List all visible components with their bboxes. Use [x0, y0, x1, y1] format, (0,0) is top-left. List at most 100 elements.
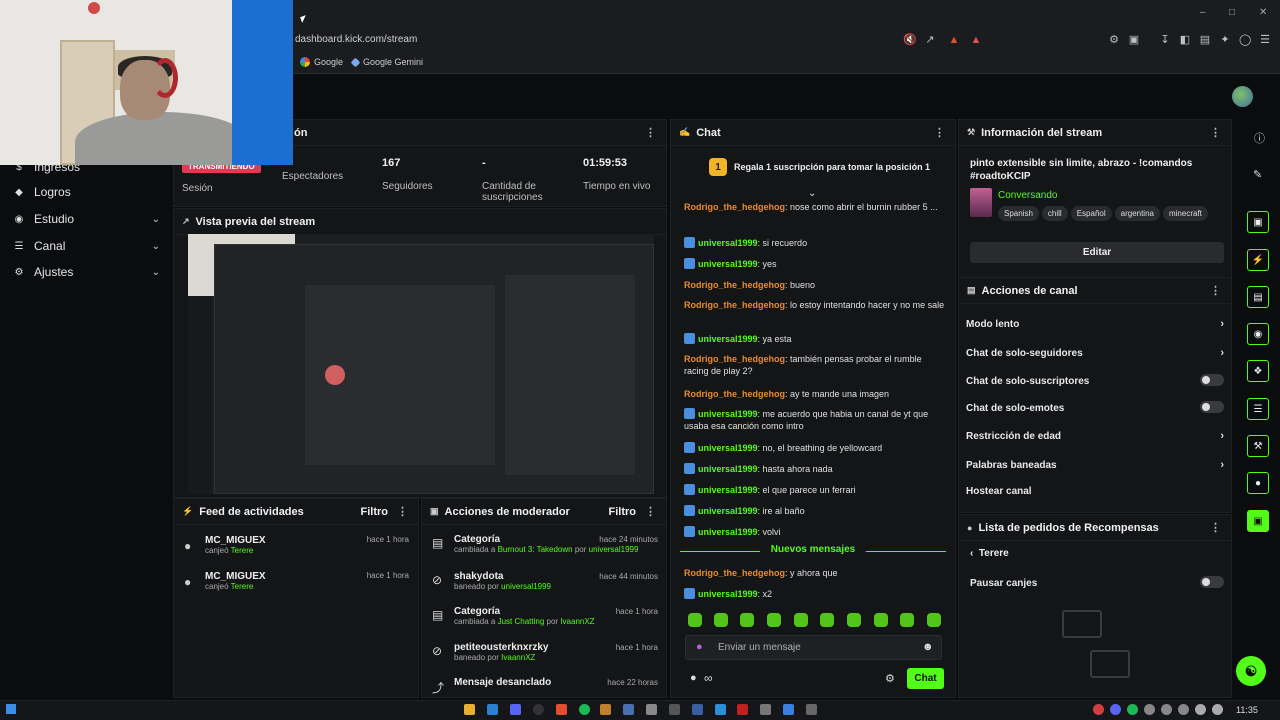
chat-username[interactable]: universal1999 — [698, 485, 758, 495]
more-icon[interactable]: ⋮ — [934, 126, 945, 139]
app-icon[interactable] — [600, 704, 611, 715]
more-icon[interactable]: ⋮ — [397, 505, 408, 518]
bookmark-gemini[interactable]: Google Gemini — [350, 57, 423, 67]
more-icon[interactable]: ⋮ — [1210, 126, 1221, 139]
chat-username[interactable]: universal1999 — [698, 443, 758, 453]
file-explorer-icon[interactable] — [464, 704, 475, 715]
filter-button[interactable]: Filtro — [361, 506, 389, 518]
action-age-restriction[interactable]: Restricción de edad › — [966, 430, 1224, 442]
chat-username[interactable]: Rodrigo_the_hedgehog — [684, 568, 785, 578]
brave-shield-icon[interactable]: ▲ — [948, 34, 960, 46]
chat-username[interactable]: universal1999 — [698, 409, 758, 419]
sidebar-toggle-icon[interactable]: ◧ — [1179, 34, 1191, 46]
gift-banner[interactable]: Regala 1 suscripción para tomar la posic… — [734, 162, 930, 172]
more-icon[interactable]: ⋮ — [1210, 284, 1221, 297]
new-messages-divider[interactable]: Nuevos mensajes — [680, 544, 946, 555]
volume-icon[interactable] — [1212, 704, 1223, 715]
brave-icon[interactable] — [556, 704, 567, 715]
emote-icon[interactable] — [794, 613, 808, 627]
emote-icon[interactable] — [874, 613, 888, 627]
extensions-icon[interactable]: ⚙ — [1108, 34, 1120, 46]
more-icon[interactable]: ⋮ — [1210, 521, 1221, 534]
vpn-icon[interactable]: ◯ — [1239, 34, 1251, 46]
maximize-icon[interactable]: □ — [1229, 7, 1235, 18]
action-followers-only[interactable]: Chat de solo-seguidores › — [966, 347, 1224, 359]
sidebar-item-ajustes[interactable]: ⚙ Ajustes ⌄ — [14, 265, 164, 279]
app-icon[interactable] — [646, 704, 657, 715]
infinity-icon[interactable]: ∞ — [704, 671, 713, 685]
category-name[interactable]: Conversando — [998, 190, 1057, 201]
action-host-channel[interactable]: Hostear canal — [966, 486, 1224, 497]
filter-button[interactable]: Filtro — [609, 506, 637, 518]
download-icon[interactable]: ↧ — [1159, 34, 1171, 46]
taskbar-clock[interactable]: 11:35 — [1236, 705, 1258, 715]
wifi-icon[interactable] — [1195, 704, 1206, 715]
app-icon[interactable] — [737, 704, 748, 715]
tray-icon[interactable] — [1110, 704, 1121, 715]
share-icon[interactable]: ↗ — [924, 34, 936, 46]
app-icon[interactable] — [715, 704, 726, 715]
app-icon[interactable] — [760, 704, 771, 715]
pencil-icon[interactable]: ✎ — [1253, 168, 1262, 181]
emote-icon[interactable] — [820, 613, 834, 627]
chat-username[interactable]: Rodrigo_the_hedgehog — [684, 300, 785, 310]
tray-icon[interactable] — [1093, 704, 1104, 715]
rail-button-broadcast[interactable]: ❖ — [1247, 360, 1269, 382]
edge-icon[interactable] — [487, 704, 498, 715]
emote-icon[interactable] — [714, 613, 728, 627]
sidebar-item-logros[interactable]: ◆ Logros — [14, 185, 164, 199]
rail-button-bolt[interactable]: ⚡ — [1247, 249, 1269, 271]
chat-username[interactable]: Rodrigo_the_hedgehog — [684, 354, 785, 364]
sidebar-item-canal[interactable]: ☰ Canal ⌄ — [14, 239, 164, 253]
chat-username[interactable]: Rodrigo_the_hedgehog — [684, 202, 785, 212]
emote-icon[interactable] — [740, 613, 754, 627]
spotify-icon[interactable] — [579, 704, 590, 715]
mic-icon[interactable]: ● — [696, 641, 703, 653]
chat-username[interactable]: Rodrigo_the_hedgehog — [684, 280, 785, 290]
stream-preview[interactable] — [188, 234, 654, 494]
rail-button-bot[interactable]: ● — [1247, 472, 1269, 494]
back-button[interactable]: ‹ Terere — [970, 548, 1009, 559]
minimize-icon[interactable]: – — [1200, 7, 1206, 18]
emote-icon[interactable] — [900, 613, 914, 627]
tray-icon[interactable] — [1178, 704, 1189, 715]
subscribers-only-toggle[interactable] — [1200, 374, 1224, 386]
bot-icon[interactable]: ● — [690, 672, 697, 684]
tray-icon[interactable] — [1144, 704, 1155, 715]
menu-icon[interactable]: ☰ — [1259, 34, 1271, 46]
emote-icon[interactable] — [767, 613, 781, 627]
edit-button[interactable]: Editar — [970, 242, 1224, 263]
emote-icon[interactable] — [688, 613, 702, 627]
gear-icon[interactable]: ⚙ — [885, 672, 895, 685]
emotes-only-toggle[interactable] — [1200, 401, 1224, 413]
chat-username[interactable]: universal1999 — [698, 589, 758, 599]
app-icon[interactable] — [669, 704, 680, 715]
rail-button-tools[interactable]: ⚒ — [1247, 435, 1269, 457]
sidebar-item-estudio[interactable]: ◉ Estudio ⌄ — [14, 212, 164, 226]
app-icon[interactable] — [692, 704, 703, 715]
leo-icon[interactable]: ✦ — [1219, 34, 1231, 46]
obs-icon[interactable] — [533, 704, 544, 715]
wallet-icon[interactable]: ▤ — [1199, 34, 1211, 46]
rail-button-clip[interactable]: ▣ — [1247, 510, 1269, 532]
url-text[interactable]: dashboard.kick.com/stream — [295, 34, 417, 45]
action-slow-mode[interactable]: Modo lento › — [966, 318, 1224, 330]
chat-username[interactable]: universal1999 — [698, 259, 758, 269]
rail-button-doc[interactable]: ▤ — [1247, 286, 1269, 308]
discord-icon[interactable] — [510, 704, 521, 715]
chat-username[interactable]: universal1999 — [698, 506, 758, 516]
emote-icon[interactable] — [927, 613, 941, 627]
action-banned-words[interactable]: Palabras baneadas › — [966, 459, 1224, 471]
mute-icon[interactable]: 🔇 — [903, 34, 917, 46]
rail-button-chat[interactable]: ◉ — [1247, 323, 1269, 345]
emote-icon[interactable] — [847, 613, 861, 627]
info-icon[interactable]: ⓘ — [1254, 130, 1265, 146]
more-icon[interactable]: ⋮ — [645, 505, 656, 518]
pause-redemptions-toggle[interactable] — [1200, 576, 1224, 588]
tray-icon[interactable] — [1161, 704, 1172, 715]
send-chat-button[interactable]: Chat — [907, 668, 944, 689]
chevron-down-icon[interactable]: ⌄ — [808, 188, 816, 199]
rail-button-actions[interactable]: ☰ — [1247, 398, 1269, 420]
help-button[interactable]: ☯ — [1236, 656, 1266, 686]
avatar[interactable] — [1232, 86, 1253, 107]
